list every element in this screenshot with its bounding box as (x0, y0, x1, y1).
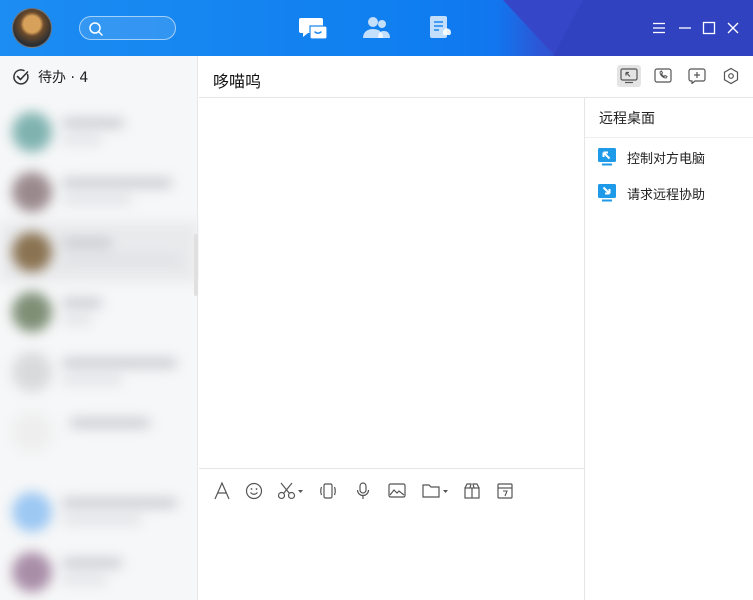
remote-desktop-panel: 远程桌面 控制对方电脑 请求远程协助 (584, 98, 753, 600)
title-bar (0, 0, 753, 56)
user-avatar[interactable] (12, 8, 52, 48)
list-item[interactable] (0, 402, 198, 462)
voice-call-button[interactable] (651, 65, 675, 87)
check-circle-icon (13, 69, 29, 85)
control-remote-computer-label: 控制对方电脑 (627, 151, 706, 167)
avatar (12, 112, 52, 152)
request-remote-assist-item[interactable]: 请求远程协助 (585, 175, 753, 211)
chat-header: 哆喵呜 (199, 56, 753, 98)
todo-label: 待办 · 4 (38, 70, 89, 86)
list-item[interactable] (0, 342, 198, 402)
gift-box-icon[interactable] (462, 481, 482, 501)
list-item[interactable] (0, 162, 198, 222)
avatar (12, 412, 52, 452)
folder-icon[interactable] (421, 481, 451, 501)
avatar (12, 232, 52, 272)
image-icon[interactable] (387, 481, 407, 501)
message-composer[interactable] (199, 468, 584, 600)
list-item[interactable] (0, 542, 198, 600)
minimize-icon[interactable] (677, 20, 693, 36)
documents-tab-icon[interactable] (426, 14, 456, 42)
emoji-icon[interactable] (245, 481, 263, 501)
shake-window-icon[interactable] (319, 481, 337, 501)
sidebar-scrollbar[interactable] (194, 234, 198, 296)
screenshot-scissors-icon[interactable] (277, 481, 305, 501)
avatar (12, 172, 52, 212)
avatar (12, 492, 52, 532)
messages-tab-icon[interactable] (298, 14, 328, 42)
settings-button[interactable] (719, 65, 743, 87)
add-icon (688, 68, 706, 84)
list-item[interactable] (0, 102, 198, 162)
request-remote-assist-label: 请求远程协助 (627, 187, 706, 203)
list-item[interactable] (0, 482, 198, 542)
message-area[interactable] (199, 98, 584, 468)
maximize-icon[interactable] (701, 20, 717, 36)
list-item[interactable] (0, 282, 198, 342)
microphone-icon[interactable] (354, 481, 372, 501)
remote-desktop-icon (620, 68, 638, 84)
font-icon[interactable] (213, 481, 231, 501)
remote-assist-icon (598, 184, 616, 202)
list-item[interactable] (0, 222, 198, 282)
search-icon (89, 22, 103, 36)
control-remote-computer-item[interactable]: 控制对方电脑 (585, 139, 753, 175)
menu-icon[interactable] (651, 20, 667, 36)
todo-header[interactable]: 待办 · 4 (0, 56, 197, 98)
phone-icon (654, 68, 672, 83)
avatar (12, 552, 52, 592)
close-icon[interactable] (725, 20, 741, 36)
avatar (12, 352, 52, 392)
remote-desktop-title: 远程桌面 (585, 98, 753, 138)
avatar (12, 292, 52, 332)
conversation-list (0, 98, 198, 600)
contacts-tab-icon[interactable] (361, 14, 391, 42)
remote-control-icon (598, 148, 616, 166)
add-member-button[interactable] (685, 65, 709, 87)
chat-title: 哆喵呜 (213, 72, 262, 91)
calendar-icon[interactable] (495, 481, 515, 501)
remote-desktop-button[interactable] (617, 65, 641, 87)
conversation-sidebar: 待办 · 4 (0, 56, 198, 600)
hexagon-settings-icon (723, 67, 739, 85)
search-box[interactable] (79, 16, 176, 40)
